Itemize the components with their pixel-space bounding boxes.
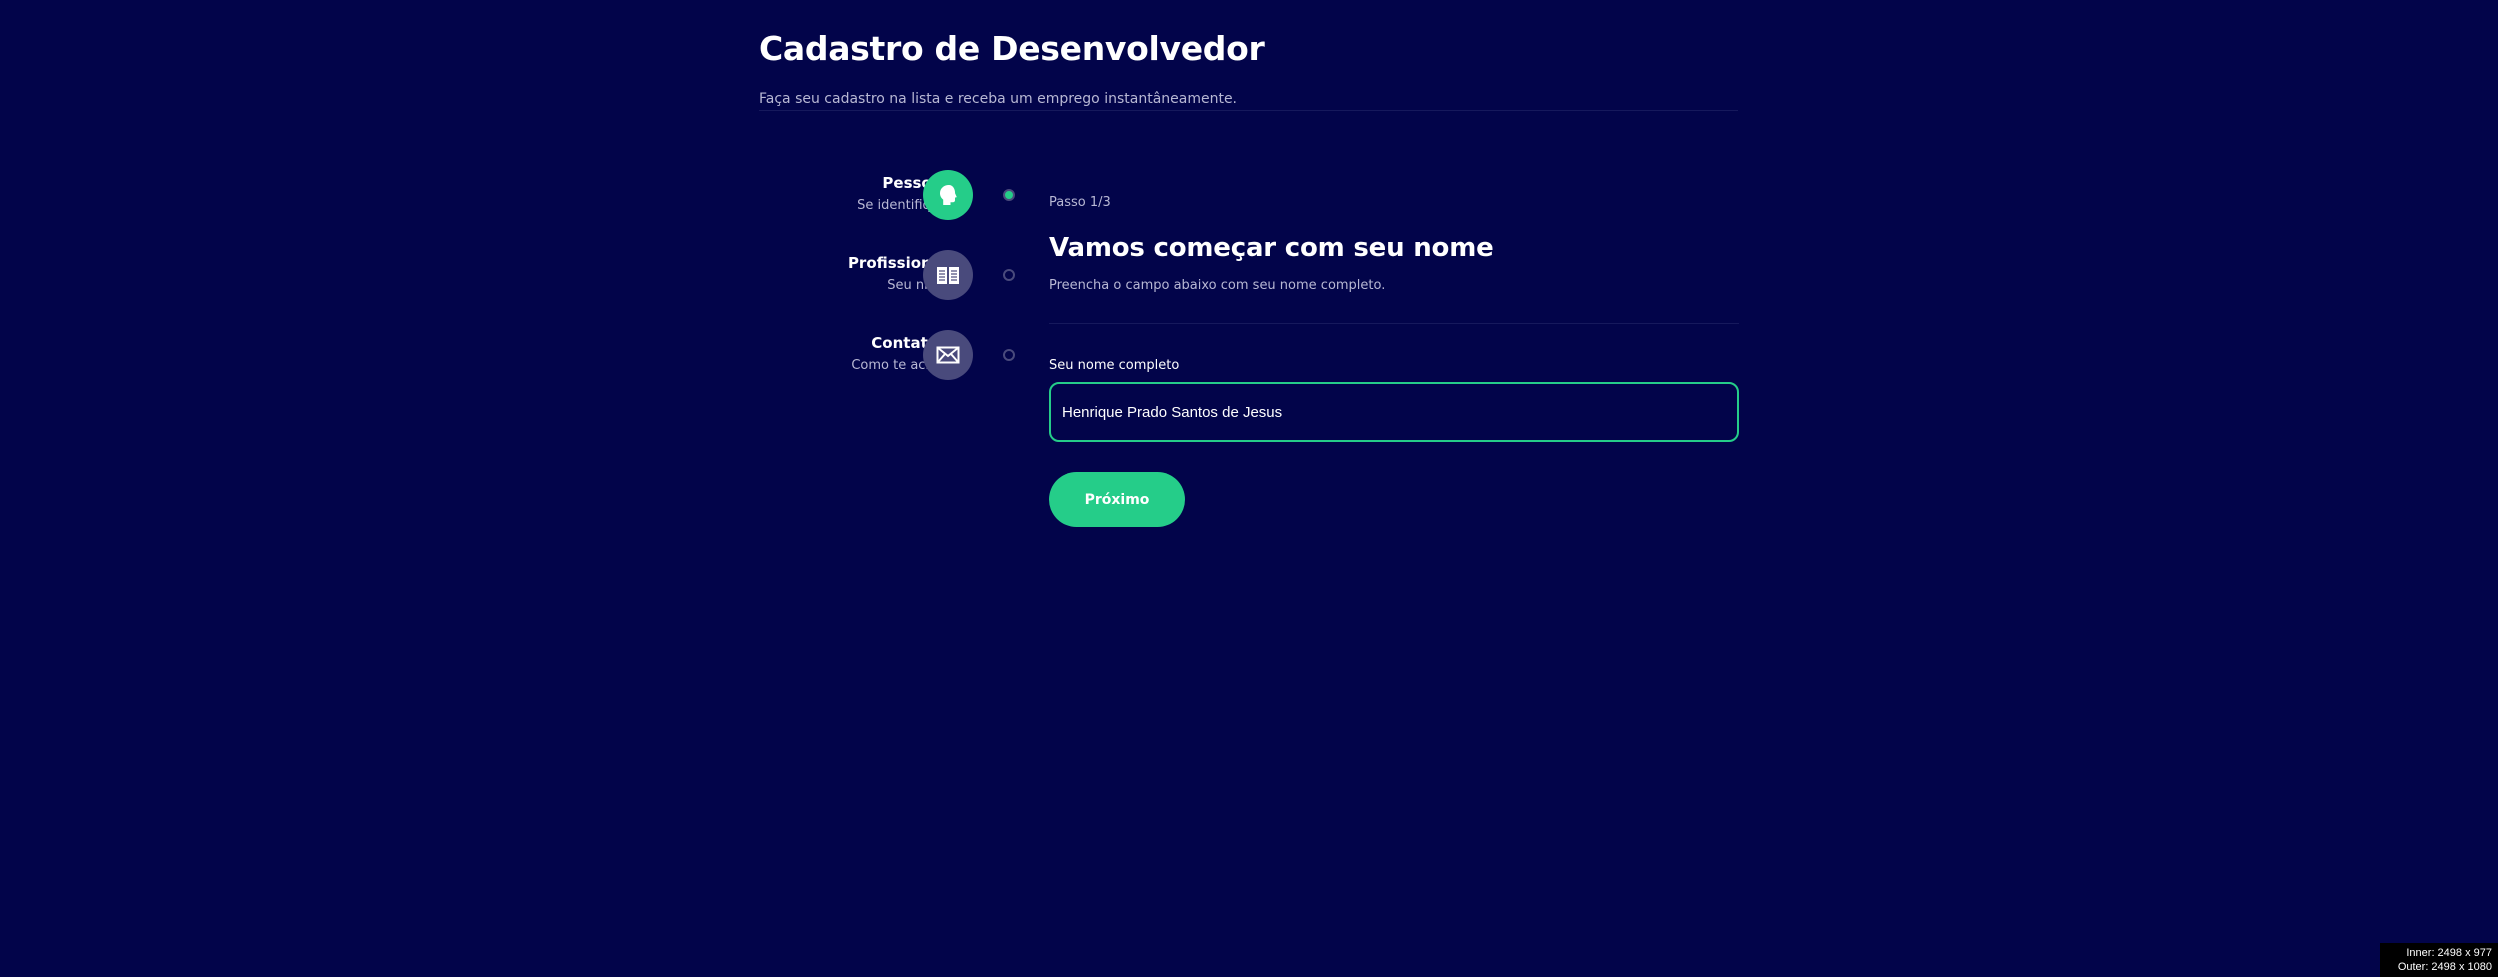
- form-panel: Passo 1/3 Vamos começar com seu nome Pre…: [1049, 190, 1739, 527]
- page: Cadastro de Desenvolvedor Faça seu cadas…: [0, 0, 2498, 977]
- next-button[interactable]: Próximo: [1049, 472, 1185, 527]
- page-title: Cadastro de Desenvolvedor: [759, 29, 1265, 68]
- step-profissional[interactable]: Profissional Seu nível: [759, 250, 1019, 302]
- step-indicator-dot: [1003, 349, 1015, 361]
- name-input[interactable]: [1049, 382, 1739, 442]
- profile-icon: [923, 170, 973, 220]
- viewport-info: Inner: 2498 x 977 Outer: 2498 x 1080: [2380, 943, 2498, 977]
- divider: [1049, 323, 1739, 324]
- form-title: Vamos começar com seu nome: [1049, 233, 1494, 263]
- header: Cadastro de Desenvolvedor Faça seu cadas…: [759, 0, 1738, 111]
- step-pessoal[interactable]: Pessoal Se identifique: [759, 170, 1019, 222]
- book-icon: [923, 250, 973, 300]
- form-description: Preencha o campo abaixo com seu nome com…: [1049, 278, 1386, 293]
- mail-icon: [923, 330, 973, 380]
- page-subtitle: Faça seu cadastro na lista e receba um e…: [759, 91, 1238, 107]
- viewport-outer: Outer: 2498 x 1080: [2397, 961, 2492, 973]
- step-indicator-dot: [1003, 189, 1015, 201]
- name-field-label: Seu nome completo: [1049, 358, 1180, 373]
- viewport-inner: Inner: 2498 x 977: [2406, 947, 2492, 959]
- content-container: Cadastro de Desenvolvedor Faça seu cadas…: [759, 0, 1739, 527]
- step-counter: Passo 1/3: [1049, 195, 1111, 210]
- step-indicator-dot: [1003, 269, 1015, 281]
- step-contatos[interactable]: Contatos Como te achar: [759, 330, 1019, 382]
